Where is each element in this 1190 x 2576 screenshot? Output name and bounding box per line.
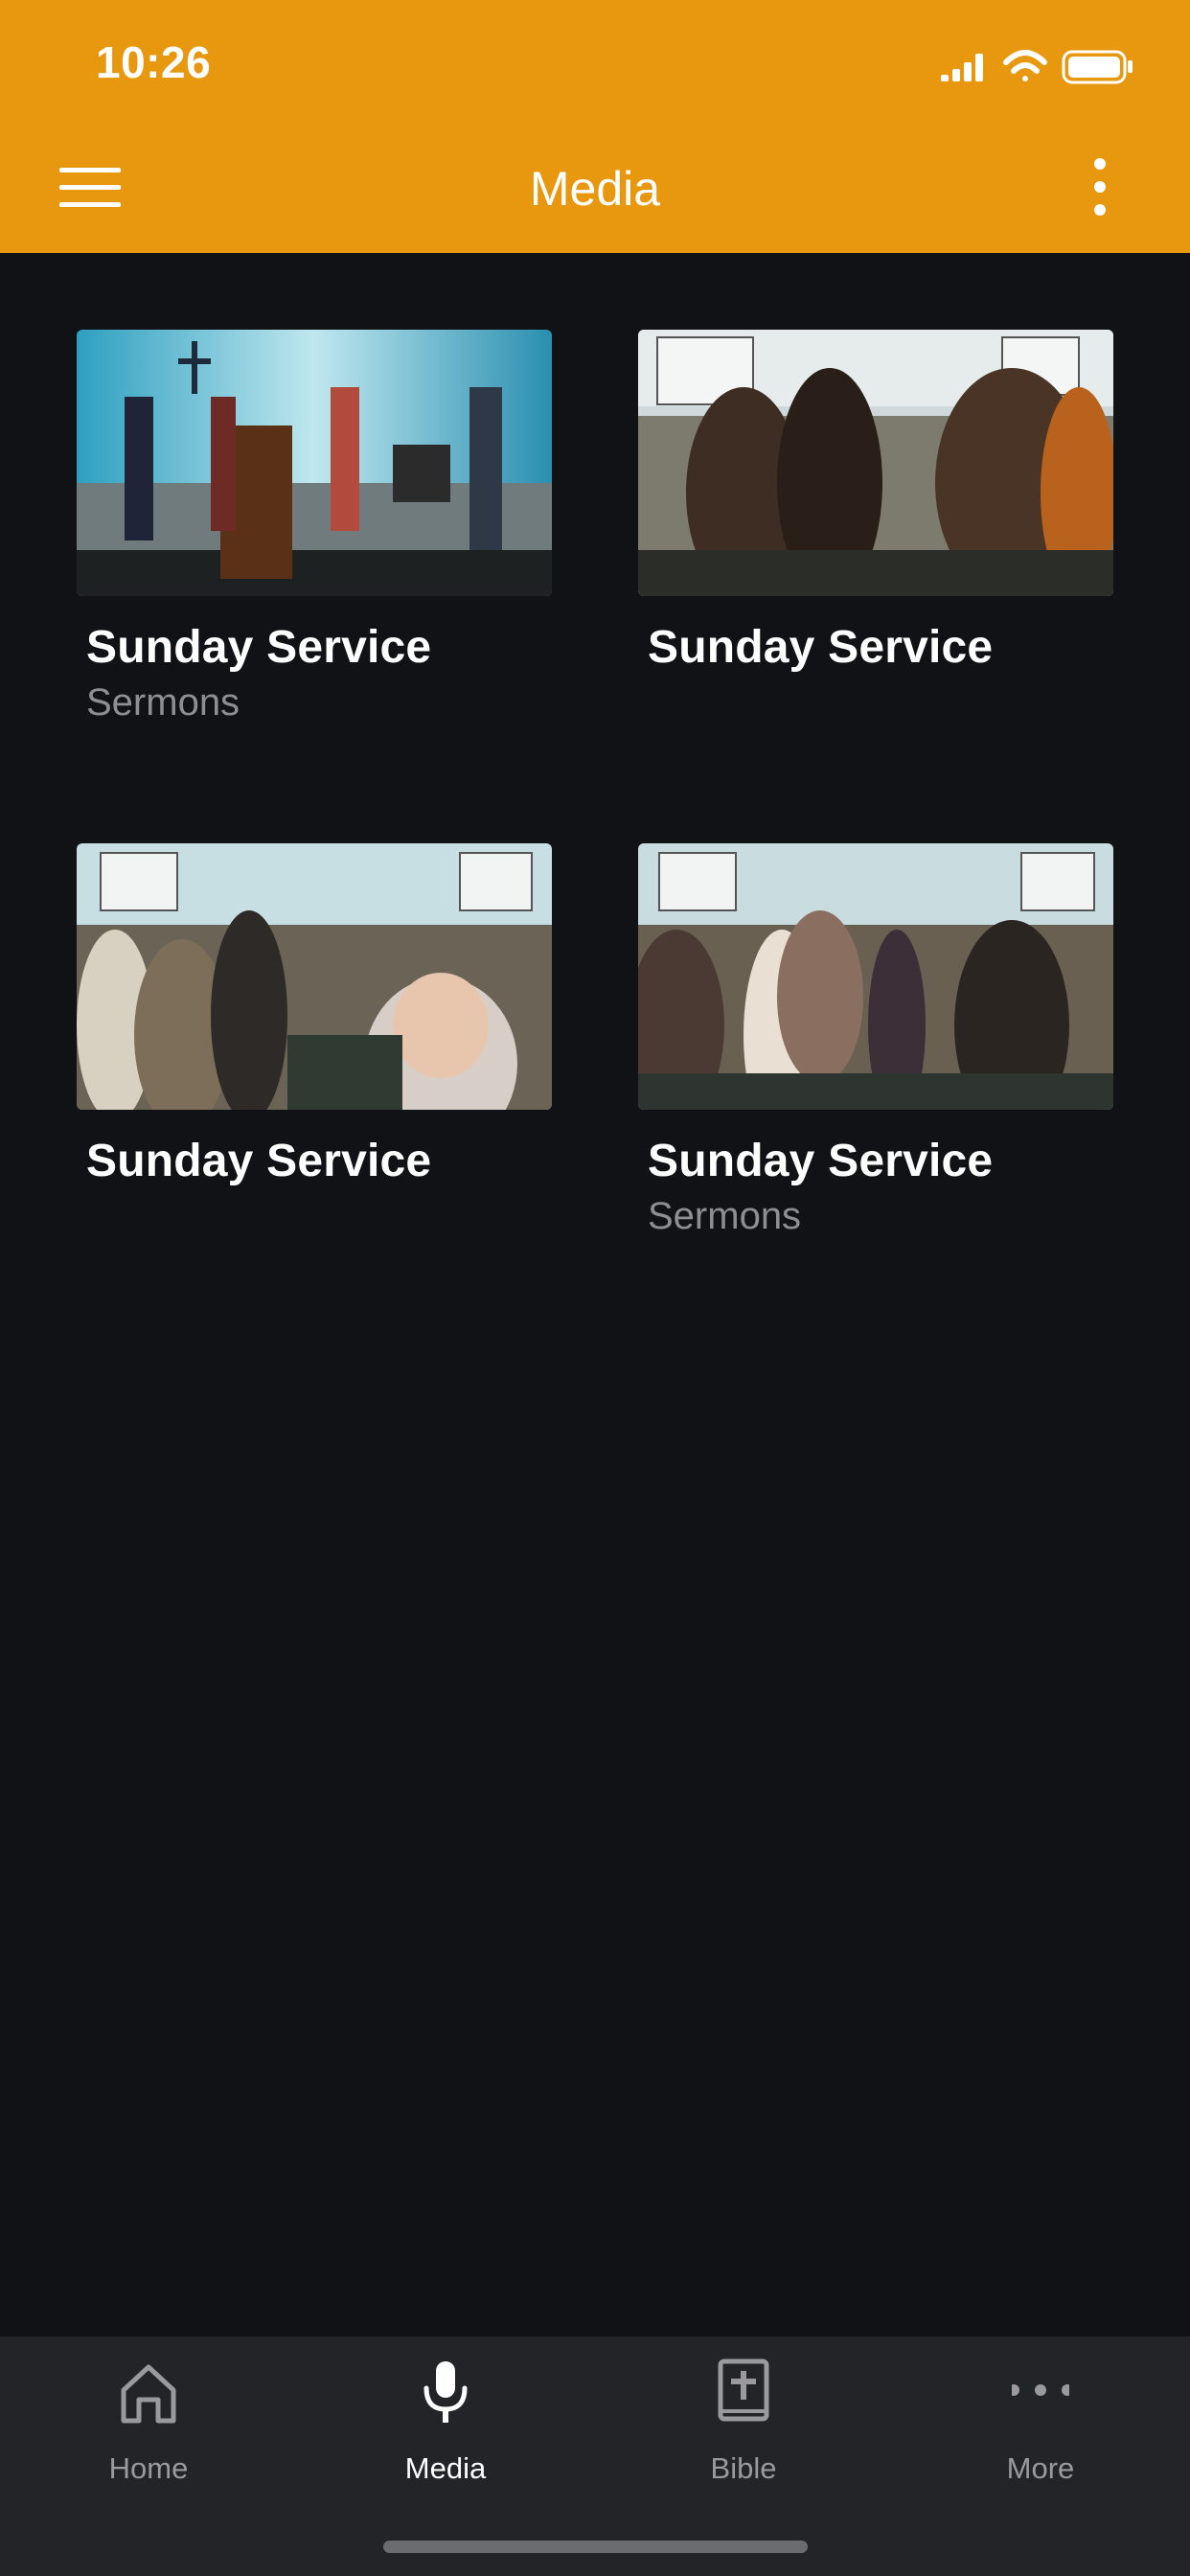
media-title: Sunday Service xyxy=(86,1136,432,1186)
media-title: Sunday Service xyxy=(86,622,432,673)
tab-more-label: More xyxy=(1006,2451,1075,2485)
signal-icon xyxy=(941,54,983,81)
media-thumbnail xyxy=(77,330,552,596)
tab-bible-label: Bible xyxy=(710,2451,777,2485)
media-card[interactable]: Sunday Service Sermons xyxy=(638,843,1113,1238)
media-subtitle: Sermons xyxy=(86,681,240,724)
media-subtitle: Sermons xyxy=(648,1195,802,1237)
overflow-menu-button[interactable] xyxy=(1073,153,1131,220)
media-screen: 10:26 Media Sunday Service Sermons Sunda… xyxy=(0,0,1190,2576)
vertical-dots-icon xyxy=(1094,158,1106,216)
home-indicator xyxy=(383,2541,808,2553)
media-thumbnail xyxy=(77,843,552,1110)
media-title: Sunday Service xyxy=(648,1136,994,1186)
media-thumbnail xyxy=(638,843,1113,1110)
wifi-icon xyxy=(1003,50,1047,81)
page-title: Media xyxy=(529,162,661,216)
tab-bible[interactable]: Bible xyxy=(595,2336,892,2509)
media-title: Sunday Service xyxy=(648,622,994,673)
tab-home[interactable]: Home xyxy=(0,2336,297,2509)
tab-media-label: Media xyxy=(404,2451,487,2485)
media-thumbnail xyxy=(638,330,1113,596)
tab-more[interactable]: More xyxy=(892,2336,1189,2509)
status-time: 10:26 xyxy=(96,37,212,87)
home-icon xyxy=(121,2364,176,2424)
more-icon xyxy=(1012,2384,1069,2396)
media-card[interactable]: Sunday Service xyxy=(77,843,552,1195)
app-header: 10:26 Media xyxy=(0,0,1190,253)
media-card[interactable]: Sunday Service xyxy=(638,330,1113,681)
microphone-icon xyxy=(423,2361,468,2423)
media-card[interactable]: Sunday Service Sermons xyxy=(77,330,552,724)
tab-media[interactable]: Media xyxy=(297,2336,594,2509)
battery-icon xyxy=(1062,50,1133,84)
tab-home-label: Home xyxy=(108,2451,189,2485)
bible-icon xyxy=(718,2358,769,2422)
status-icons xyxy=(941,50,1133,84)
